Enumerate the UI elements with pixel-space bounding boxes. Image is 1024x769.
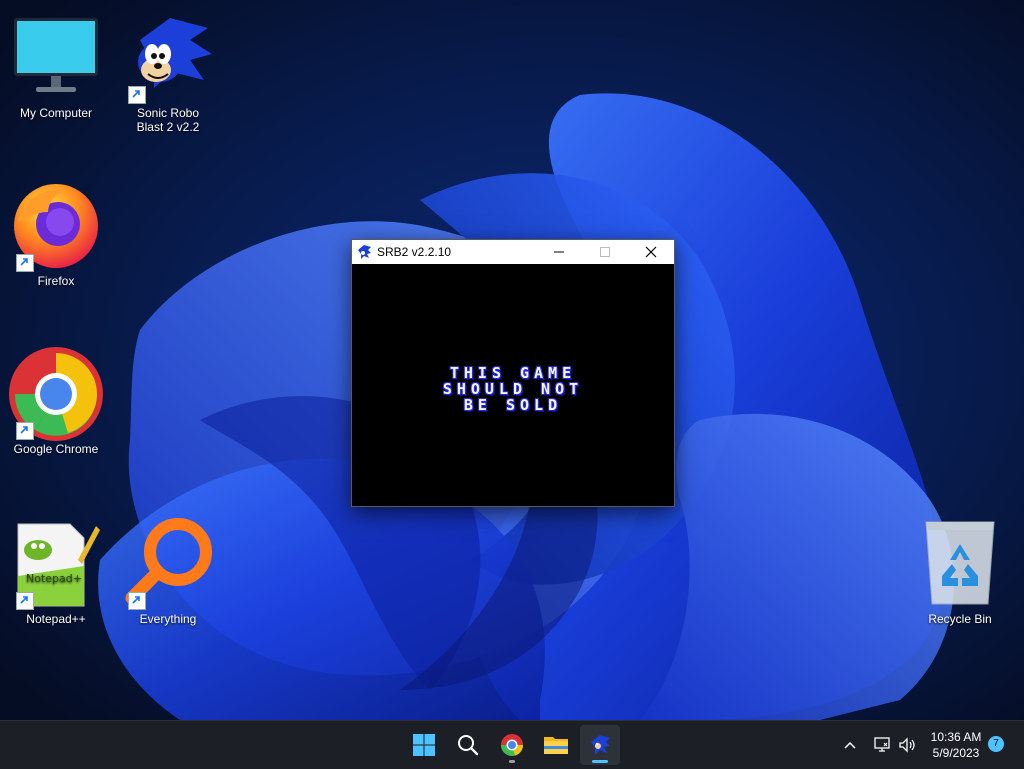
taskbar-chrome-button[interactable] xyxy=(492,725,532,765)
desktop-icon-firefox[interactable]: Firefox xyxy=(8,178,104,288)
notification-count-badge[interactable]: 7 xyxy=(988,736,1004,752)
desktop-icon-everything[interactable]: Everything xyxy=(120,516,216,626)
maximize-icon xyxy=(600,247,610,257)
desktop-icon-google-chrome[interactable]: Google Chrome xyxy=(8,346,104,456)
taskbar-file-explorer-button[interactable] xyxy=(536,725,576,765)
srb2-icon xyxy=(591,735,610,755)
minimize-icon xyxy=(554,251,564,253)
desktop-icon-my-computer[interactable]: My Computer xyxy=(8,10,104,120)
close-button[interactable] xyxy=(628,240,674,264)
window-titlebar[interactable]: SRB2 v2.2.10 xyxy=(352,240,674,264)
desktop-icon-label: Google Chrome xyxy=(13,442,99,456)
active-indicator xyxy=(592,760,608,763)
srb2-app-icon xyxy=(358,245,371,259)
start-button[interactable] xyxy=(404,725,444,765)
taskbar: 10:36 AM 5/9/2023 xyxy=(0,720,1024,769)
recycle-bin-icon xyxy=(925,521,995,605)
desktop-icon-recycle-bin[interactable]: Recycle Bin xyxy=(912,516,1008,626)
file-explorer-icon xyxy=(544,737,568,754)
minimize-button[interactable] xyxy=(536,240,582,264)
monitor-icon xyxy=(14,18,98,92)
desktop-icon-label: My Computer xyxy=(19,106,93,120)
taskbar-clock[interactable]: 10:36 AM 5/9/2023 xyxy=(922,729,990,761)
clock-date: 5/9/2023 xyxy=(932,746,980,760)
shortcut-arrow-icon xyxy=(16,592,34,610)
clock-time: 10:36 AM xyxy=(930,730,982,744)
close-icon xyxy=(645,246,657,258)
desktop-icon-label: Everything xyxy=(139,612,197,626)
window-title: SRB2 v2.2.10 xyxy=(377,245,452,259)
shortcut-arrow-icon xyxy=(16,422,34,440)
running-indicator xyxy=(509,760,515,763)
search-icon xyxy=(458,735,479,756)
taskbar-search-button[interactable] xyxy=(448,725,488,765)
network-icon[interactable] xyxy=(872,735,892,755)
svg-text:Notepad+: Notepad+ xyxy=(26,572,82,585)
game-screen[interactable]: THIS GAME SHOULD NOT BE SOLD xyxy=(352,264,674,506)
taskbar-srb2-button[interactable] xyxy=(580,725,620,765)
shortcut-arrow-icon xyxy=(128,592,146,610)
game-screen-text: BE SOLD xyxy=(463,396,563,414)
desktop-icon-notepad-plus-plus[interactable]: Notepad+ Notepad++ xyxy=(8,516,104,626)
desktop-icon-label: Firefox xyxy=(37,274,75,288)
desktop-icon-sonic-robo-blast-2[interactable]: Sonic Robo Blast 2 v2.2 xyxy=(120,10,216,134)
shortcut-arrow-icon xyxy=(16,254,34,272)
chrome-icon xyxy=(501,734,523,756)
windows-start-icon xyxy=(413,734,435,756)
desktop-icon-label: Notepad++ xyxy=(26,612,86,626)
srb2-window[interactable]: SRB2 v2.2.10 THIS GAME SHOULD NOT BE SOL… xyxy=(351,239,675,507)
shortcut-arrow-icon xyxy=(128,86,146,104)
desktop-icon-label: Sonic Robo Blast 2 v2.2 xyxy=(136,106,200,134)
maximize-button xyxy=(582,240,628,264)
volume-icon[interactable] xyxy=(897,735,917,755)
show-hidden-icons-chevron-icon[interactable] xyxy=(840,735,860,755)
desktop-icon-label: Recycle Bin xyxy=(928,612,992,626)
